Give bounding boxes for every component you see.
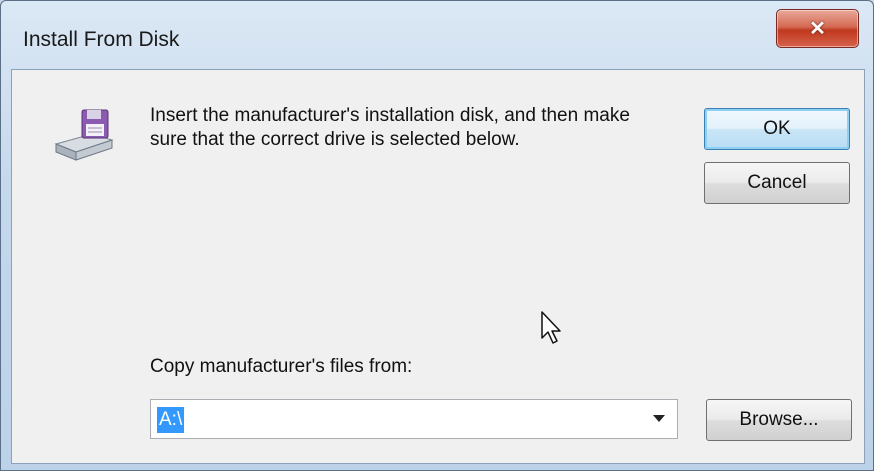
- close-icon: ✕: [809, 18, 826, 40]
- source-path-combobox[interactable]: A:\: [150, 399, 678, 439]
- mouse-pointer-icon: [541, 311, 561, 344]
- copy-files-label: Copy manufacturer's files from:: [150, 356, 413, 377]
- source-path-value[interactable]: A:\: [157, 407, 185, 433]
- ok-button[interactable]: OK: [704, 108, 850, 150]
- chevron-down-icon[interactable]: [645, 402, 673, 436]
- dialog-body: Insert the manufacturer's installation d…: [11, 69, 865, 464]
- install-from-disk-dialog: Install From Disk ✕ Insert the manufactu…: [0, 0, 874, 471]
- title-bar[interactable]: Install From Disk ✕: [1, 1, 873, 69]
- browse-button[interactable]: Browse...: [706, 399, 852, 441]
- instruction-text: Insert the manufacturer's installation d…: [150, 105, 630, 150]
- window-title: Install From Disk: [23, 28, 180, 51]
- floppy-disk-drive-icon: [54, 109, 114, 161]
- cancel-button[interactable]: Cancel: [704, 162, 850, 204]
- close-button[interactable]: ✕: [776, 9, 859, 48]
